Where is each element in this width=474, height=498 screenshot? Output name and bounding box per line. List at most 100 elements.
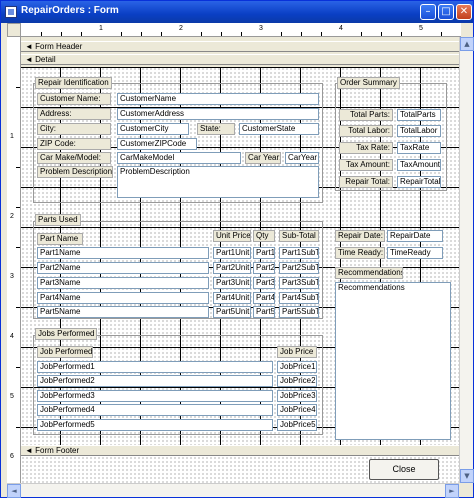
job-performed-field[interactable]: JobPerformed5 (37, 419, 273, 431)
part-qty-field[interactable]: Part2 (253, 262, 275, 274)
total-labor-field[interactable]: TotalLabor (397, 125, 441, 137)
section-arrow-icon: ◄ (25, 446, 33, 455)
tax-amount-field[interactable]: TaxAmount (397, 159, 441, 171)
form-header-bar[interactable]: ◄ Form Header (21, 41, 459, 52)
tax-rate-field[interactable]: TaxRate (397, 142, 441, 154)
form-icon[interactable] (5, 6, 17, 18)
city-label[interactable]: City: (37, 123, 111, 135)
scroll-down-icon[interactable]: ▼ (460, 469, 474, 483)
job-performed-field[interactable]: JobPerformed4 (37, 404, 273, 416)
part-name-field[interactable]: Part1Name (37, 247, 209, 259)
total-parts-field[interactable]: TotalParts (397, 109, 441, 121)
ruler-v-label: 4 (10, 333, 14, 340)
car-year-label[interactable]: Car Year: (245, 152, 281, 164)
scroll-right-icon[interactable]: ► (445, 484, 459, 498)
qty-header[interactable]: Qty (253, 230, 275, 242)
job-price-header[interactable]: Job Price (277, 346, 317, 358)
repair-total-field[interactable]: RepairTotal (397, 176, 441, 188)
tax-rate-label[interactable]: Tax Rate: (339, 142, 393, 154)
zip-field[interactable]: CustomerZIPCode (117, 138, 197, 150)
tax-amount-label[interactable]: Tax Amount: (339, 159, 393, 171)
close-icon: ✕ (459, 6, 469, 17)
close-window-button[interactable]: ✕ (456, 4, 472, 20)
part-name-header[interactable]: Part Name (37, 233, 83, 245)
customer-name-label[interactable]: Customer Name: (37, 93, 111, 105)
maximize-button[interactable]: □ (438, 4, 454, 20)
order-summary-label[interactable]: Order Summary (337, 77, 400, 89)
subtotal-header[interactable]: Sub-Total (279, 230, 319, 242)
scroll-up-icon[interactable]: ▲ (460, 37, 474, 51)
part-qty-field[interactable]: Part4 (253, 292, 275, 304)
job-price-field[interactable]: JobPrice1 (277, 361, 317, 373)
job-price-field[interactable]: JobPrice2 (277, 375, 317, 387)
close-button[interactable]: Close (369, 459, 439, 480)
customer-name-field[interactable]: CustomerName (117, 93, 319, 105)
part-unit-field[interactable]: Part3Unit (213, 277, 251, 289)
part-subtotal-field[interactable]: Part5SubT (279, 306, 319, 318)
part-unit-field[interactable]: Part2Unit (213, 262, 251, 274)
horizontal-scrollbar[interactable]: ◄ ► (7, 483, 459, 498)
ruler-v-label: 6 (10, 453, 14, 460)
part-unit-field[interactable]: Part1Unit (213, 247, 251, 259)
ruler-v-label: 3 (10, 273, 14, 280)
job-performed-field[interactable]: JobPerformed3 (37, 390, 273, 402)
section-arrow-icon: ◄ (25, 42, 33, 51)
part-subtotal-field[interactable]: Part4SubT (279, 292, 319, 304)
part-name-field[interactable]: Part2Name (37, 262, 209, 274)
address-label[interactable]: Address: (37, 108, 111, 120)
job-price-field[interactable]: JobPrice5 (277, 419, 317, 431)
car-year-field[interactable]: CarYear (285, 152, 319, 164)
job-performed-header[interactable]: Job Performed (37, 346, 93, 358)
recommendations-label[interactable]: Recommendations (335, 267, 403, 279)
horizontal-ruler[interactable]: 1 2 3 4 5 (21, 23, 461, 37)
repair-date-label[interactable]: Repair Date: (335, 230, 385, 242)
job-price-field[interactable]: JobPrice3 (277, 390, 317, 402)
form-header-label: Form Header (35, 42, 83, 51)
job-performed-field[interactable]: JobPerformed1 (37, 361, 273, 373)
part-name-field[interactable]: Part3Name (37, 277, 209, 289)
form-window: RepairOrders : Form – □ ✕ 1 2 3 4 5 1 2 … (0, 0, 474, 498)
parts-used-label[interactable]: Parts Used (35, 214, 81, 226)
part-qty-field[interactable]: Part1 (253, 247, 275, 259)
vertical-ruler[interactable]: 1 2 3 4 5 6 (7, 37, 21, 483)
recommendations-field[interactable]: Recommendations (335, 282, 451, 440)
part-subtotal-field[interactable]: Part2SubT (279, 262, 319, 274)
job-price-field[interactable]: JobPrice4 (277, 404, 317, 416)
order-summary-group[interactable] (335, 83, 447, 191)
vertical-scrollbar[interactable]: ▲ ▼ (459, 37, 474, 483)
part-qty-field[interactable]: Part3 (253, 277, 275, 289)
part-unit-field[interactable]: Part4Unit (213, 292, 251, 304)
ruler-v-label: 1 (10, 133, 14, 140)
part-unit-field[interactable]: Part5Unit (213, 306, 251, 318)
repair-identification-label[interactable]: Repair Identification (35, 77, 112, 89)
jobs-performed-label[interactable]: Jobs Performed (35, 328, 98, 340)
repair-date-field[interactable]: RepairDate (387, 230, 443, 242)
repair-total-label[interactable]: Repair Total: (339, 176, 393, 188)
part-qty-field[interactable]: Part5 (253, 306, 275, 318)
problem-description-field[interactable]: ProblemDescription (117, 166, 319, 198)
job-performed-field[interactable]: JobPerformed2 (37, 375, 273, 387)
problem-description-label[interactable]: Problem Description: (37, 166, 113, 178)
scroll-left-icon[interactable]: ◄ (7, 484, 21, 498)
part-subtotal-field[interactable]: Part1SubT (279, 247, 319, 259)
car-make-model-label[interactable]: Car Make/Model: (37, 152, 111, 164)
part-subtotal-field[interactable]: Part3SubT (279, 277, 319, 289)
detail-bar[interactable]: ◄ Detail (21, 54, 459, 65)
part-name-field[interactable]: Part5Name (37, 306, 209, 318)
form-footer-bar[interactable]: ◄ Form Footer (21, 445, 459, 456)
zip-label[interactable]: ZIP Code: (37, 138, 111, 150)
time-ready-label[interactable]: Time Ready: (335, 247, 385, 259)
car-make-model-field[interactable]: CarMakeModel (117, 152, 241, 164)
address-field[interactable]: CustomerAddress (117, 108, 319, 120)
part-name-field[interactable]: Part4Name (37, 292, 209, 304)
title-bar[interactable]: RepairOrders : Form – □ ✕ (1, 1, 473, 23)
unit-price-header[interactable]: Unit Price (213, 230, 251, 242)
total-parts-label[interactable]: Total Parts: (339, 109, 393, 121)
state-field[interactable]: CustomerState (239, 123, 319, 135)
city-field[interactable]: CustomerCity (117, 123, 189, 135)
ruler-corner[interactable] (7, 23, 21, 37)
minimize-button[interactable]: – (420, 4, 436, 20)
state-label[interactable]: State: (197, 123, 235, 135)
total-labor-label[interactable]: Total Labor: (339, 125, 393, 137)
time-ready-field[interactable]: TimeReady (387, 247, 443, 259)
